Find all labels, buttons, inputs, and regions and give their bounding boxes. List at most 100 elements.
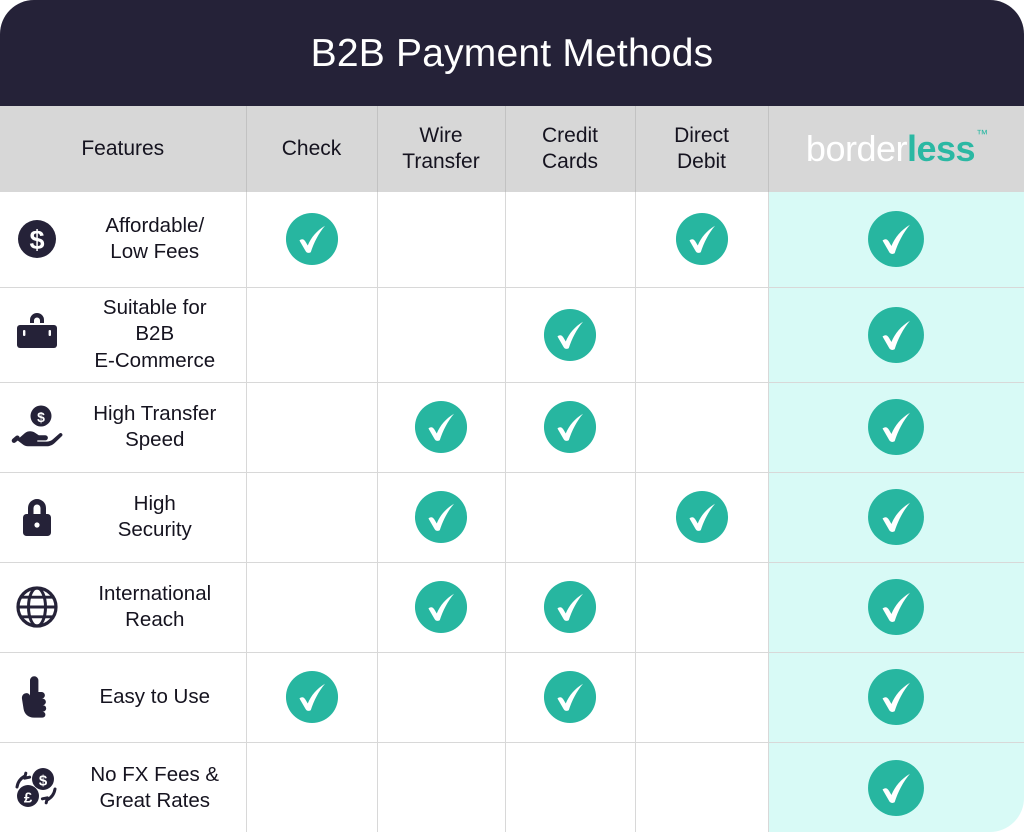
feature-label-line: International — [98, 581, 212, 605]
check-icon — [414, 400, 468, 454]
logo-less-text: less — [906, 127, 976, 169]
feature-label-line: Great Rates — [99, 789, 211, 813]
column-header-check: Check — [246, 106, 378, 192]
check-cell — [246, 472, 378, 563]
check-icon — [867, 578, 925, 636]
check-icon — [675, 490, 729, 544]
column-header-label: Debit — [676, 150, 727, 173]
brand-check-cell — [768, 652, 1024, 743]
currency-exchange-icon: $ £ — [0, 765, 74, 811]
table-row: High Security — [0, 472, 1024, 563]
check-cell — [505, 192, 636, 288]
check-icon — [543, 308, 597, 362]
column-header-label: Features — [81, 137, 165, 161]
table-header: Features Check Wire Transfer Credit Cards Dire… — [0, 106, 1024, 192]
column-header-features: Features — [0, 106, 247, 192]
check-cell — [635, 192, 769, 288]
page-title: B2B Payment Methods — [310, 31, 714, 75]
feature-cell: $ £ No FX Fees & Great Rates — [0, 742, 247, 832]
column-header-label: Check — [281, 137, 342, 161]
svg-text:$: $ — [37, 409, 45, 425]
check-cell — [246, 192, 378, 288]
logo-trademark-symbol: ™ — [976, 126, 988, 141]
table-row: Suitable for B2B E-Commerce — [0, 287, 1024, 383]
title-bar: B2B Payment Methods — [0, 0, 1024, 106]
briefcase-icon — [0, 313, 74, 355]
feature-label: High Transfer Speed — [84, 401, 232, 453]
feature-label-line: Suitable for — [102, 296, 207, 320]
column-header-borderless: borderless™ — [768, 106, 1024, 192]
check-icon — [867, 759, 925, 817]
check-cell — [505, 562, 636, 653]
brand-check-cell — [768, 742, 1024, 832]
feature-label-line: Security — [117, 518, 192, 541]
feature-label-line: No FX Fees & — [90, 763, 220, 787]
check-cell — [635, 287, 769, 383]
table-row: Easy to Use — [0, 652, 1024, 743]
svg-text:£: £ — [24, 790, 33, 807]
check-cell — [377, 287, 506, 383]
check-icon — [867, 210, 925, 268]
check-icon — [867, 306, 925, 364]
check-cell — [246, 742, 378, 832]
table-row: $ High Transfer Speed — [0, 382, 1024, 473]
check-cell — [377, 742, 506, 832]
feature-label: Suitable for B2B E-Commerce — [84, 295, 232, 374]
pointing-finger-icon — [0, 673, 74, 721]
check-cell — [505, 742, 636, 832]
brand-check-cell — [768, 562, 1024, 653]
check-cell — [635, 742, 769, 832]
feature-label-line: B2B — [135, 322, 175, 346]
feature-label-line: Affordable/ — [105, 214, 205, 238]
check-icon — [675, 212, 729, 266]
feature-label: International Reach — [84, 581, 232, 633]
feature-cell: Suitable for B2B E-Commerce — [0, 287, 247, 383]
check-icon — [543, 670, 597, 724]
column-header-direct_debit: Direct Debit — [635, 106, 769, 192]
comparison-card: B2B Payment Methods Features Check Wire Tra… — [0, 0, 1024, 832]
column-header-label: Transfer — [402, 150, 480, 173]
brand-check-cell — [768, 192, 1024, 288]
table-row: $ Affordable/Low Fees — [0, 192, 1024, 288]
check-icon — [867, 668, 925, 726]
feature-label-line: Easy to Use — [99, 684, 211, 708]
feature-label-line: E-Commerce — [94, 348, 216, 372]
brand-check-cell — [768, 382, 1024, 473]
column-header-label: Credit — [541, 124, 599, 148]
check-cell — [505, 287, 636, 383]
check-icon — [543, 580, 597, 634]
check-cell — [505, 382, 636, 473]
check-icon — [285, 670, 339, 724]
check-cell — [505, 652, 636, 743]
feature-cell: High Security — [0, 472, 247, 563]
feature-label-line: High — [133, 491, 176, 515]
logo-border-text: border — [805, 127, 908, 169]
column-header-label: Wire — [419, 124, 463, 148]
table-body: $ Affordable/Low Fees Suitable for B2B E-Com… — [0, 192, 1024, 832]
check-cell — [377, 382, 506, 473]
feature-label-line: High Transfer — [93, 401, 217, 425]
borderless-logo: borderless™ — [805, 127, 988, 169]
feature-cell: International Reach — [0, 562, 247, 653]
feature-cell: Easy to Use — [0, 652, 247, 743]
feature-cell: $ High Transfer Speed — [0, 382, 247, 473]
check-cell — [377, 562, 506, 653]
hand-holding-coin-icon: $ — [0, 404, 74, 450]
check-cell — [246, 382, 378, 473]
check-cell — [377, 192, 506, 288]
column-header-credit_cards: Credit Cards — [505, 106, 636, 192]
check-icon — [543, 400, 597, 454]
check-cell — [377, 652, 506, 743]
check-cell — [246, 287, 378, 383]
check-icon — [867, 488, 925, 546]
check-cell — [635, 472, 769, 563]
check-icon — [867, 398, 925, 456]
feature-label: Easy to Use — [84, 684, 232, 710]
padlock-icon — [0, 494, 74, 540]
check-cell — [635, 382, 769, 473]
check-icon — [285, 212, 339, 266]
feature-cell: $ Affordable/Low Fees — [0, 192, 247, 288]
check-cell — [635, 652, 769, 743]
dollar-circle-icon: $ — [0, 218, 74, 260]
table-row: $ £ No FX Fees & Great Rates — [0, 742, 1024, 832]
